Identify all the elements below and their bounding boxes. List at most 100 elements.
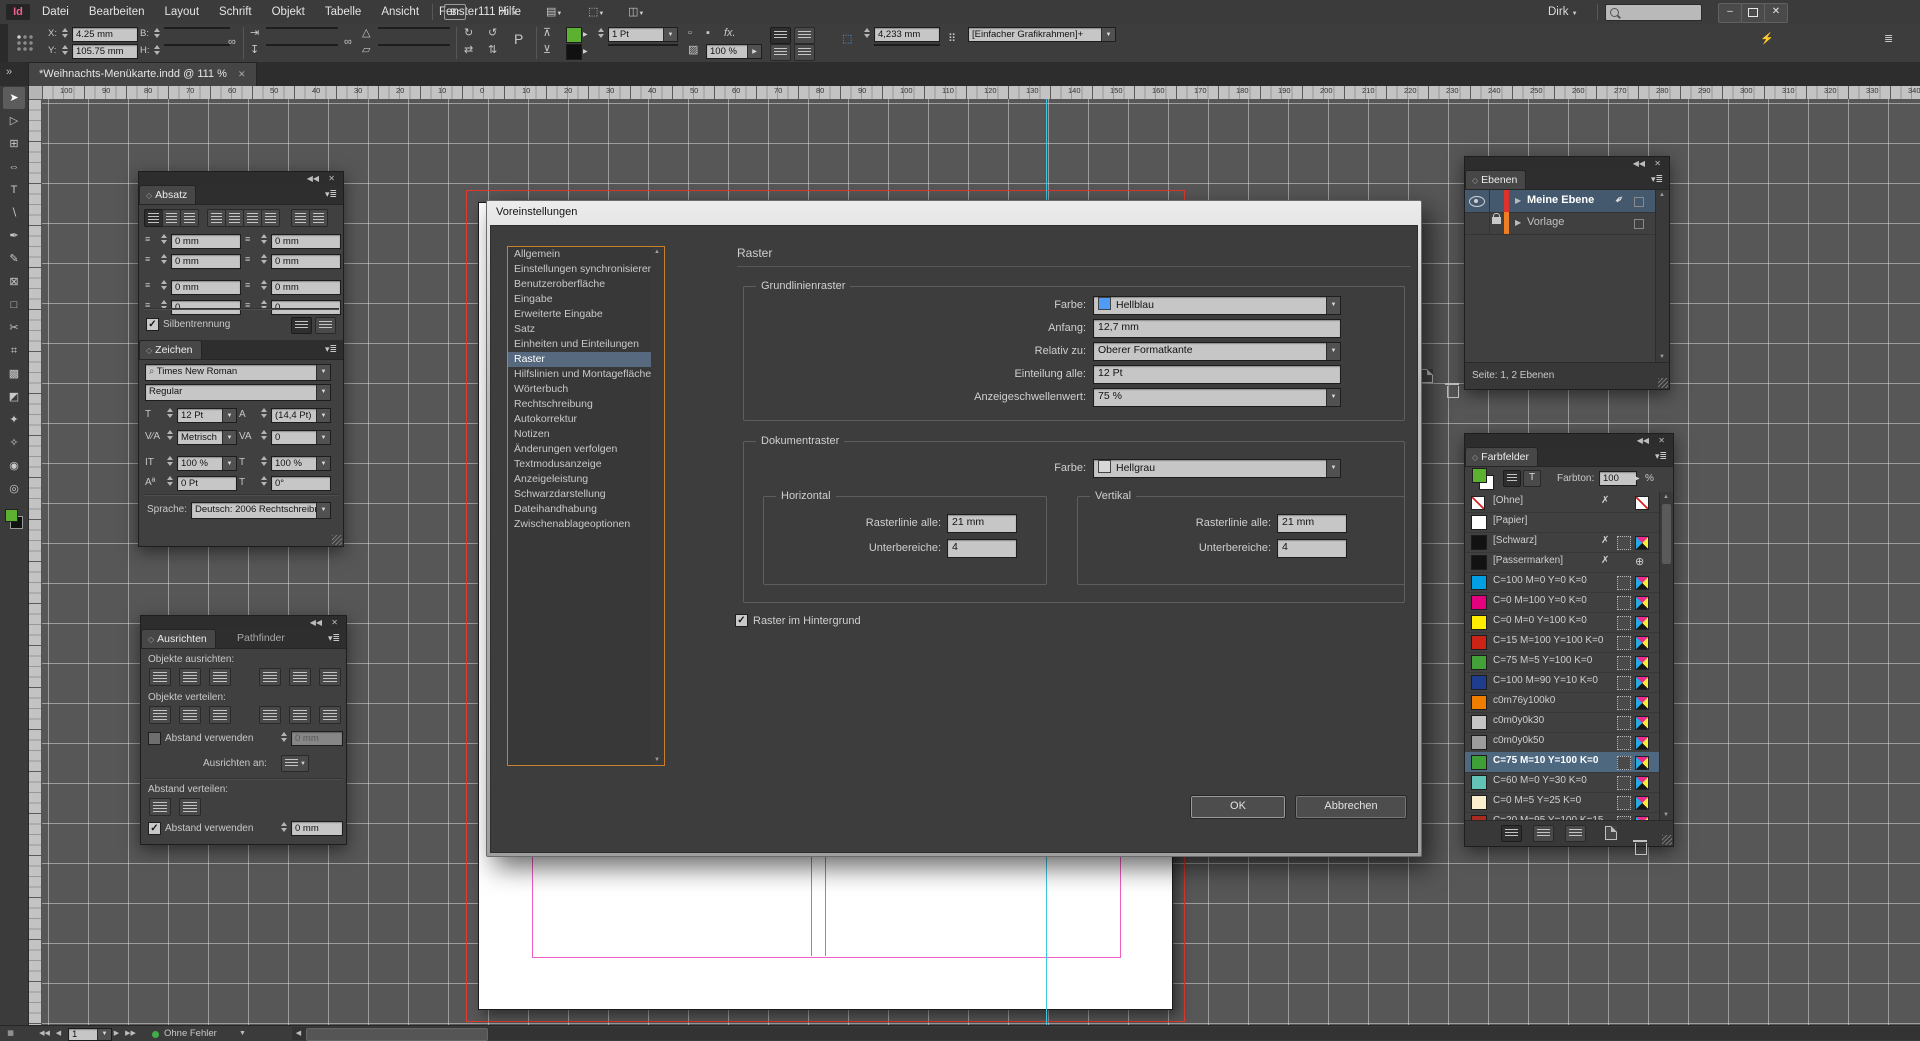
indent-left-stepper[interactable] [159,232,168,247]
align-object-button-3[interactable] [259,668,281,686]
zoom-tool[interactable]: ◎ [3,478,25,500]
space-before-input[interactable]: 0 mm [171,280,241,295]
window-close-button[interactable]: ✕ [1764,3,1788,23]
quick-apply-icon[interactable]: ⚡ [1760,32,1774,47]
span-columns-button[interactable] [315,317,336,334]
align-left-edges-button[interactable] [770,27,791,44]
swatch-row[interactable]: C=100 M=90 Y=10 K=0 [1465,672,1659,693]
scroll-left-icon[interactable]: ◀ [292,1028,305,1040]
target-box[interactable] [1634,219,1644,229]
font-style-combo[interactable]: Regular▼ [145,384,331,401]
align-object-button-5[interactable] [319,668,341,686]
dropdown-arrow[interactable]: ▼ [316,431,330,444]
distribute-object-button-1[interactable] [179,706,201,724]
eye-icon[interactable] [1469,196,1485,207]
search-input[interactable] [1605,4,1702,21]
list-view-button[interactable] [1533,825,1554,842]
space-before-stepper[interactable] [159,278,168,293]
gradient-tool[interactable]: ▩ [3,363,25,385]
direct-selection-tool[interactable]: ▷ [3,110,25,132]
dropdown-arrow[interactable]: ▼ [222,409,236,422]
height-stepper[interactable] [152,43,161,58]
unterbereiche-v-input[interactable]: 4 [1277,539,1347,558]
fill-stroke-proxy[interactable] [4,508,24,530]
expand-icon[interactable]: ▶ [1515,218,1521,227]
swatch-views-button[interactable] [1501,825,1522,842]
pencil-tool[interactable]: ✎ [3,248,25,270]
close-icon[interactable]: ✕ [1654,159,1661,168]
dock-grip[interactable] [0,24,8,62]
baseline-shift-combo[interactable]: 0 Pt [177,476,237,491]
tab-ausrichten[interactable]: ◇Ausrichten [141,629,216,648]
category-schwarzdarstellung[interactable]: Schwarzdarstellung [508,487,652,502]
window-restore-button[interactable] [1741,3,1765,23]
align-object-button-2[interactable] [209,668,231,686]
first-page-button[interactable]: ◀◀ [38,1028,51,1040]
screen-mode-dropdown[interactable]: ⬚▼ [588,5,604,20]
swatch-row[interactable]: C=0 M=0 Y=100 K=0 [1465,612,1659,633]
layer-name[interactable]: Meine Ebene [1527,194,1594,206]
tracking-combo[interactable]: 0▼ [271,430,331,445]
relativ-zu-dropdown[interactable]: Oberer Formatkante▼ [1093,342,1341,361]
category-satz[interactable]: Satz [508,322,652,337]
layer-row[interactable]: ▶Meine Ebene✒ [1465,190,1656,213]
corner-shape-dropdown[interactable]: ▼ [874,44,940,46]
object-style-dropdown[interactable]: [Einfacher Grafikrahmen]+▼ [968,27,1116,42]
kerning-combo[interactable]: Metrisch▼ [177,430,237,445]
tab-zeichen[interactable]: ◇Zeichen [139,340,202,359]
font-size-stepper[interactable] [165,406,174,421]
view-options-dropdown[interactable]: ▤▼ [546,5,562,20]
fill-swatch[interactable] [5,509,18,522]
panel-cycle-icon[interactable]: ◇ [1472,176,1478,185]
text-wrap-on-button[interactable] [794,44,815,61]
frame-tool[interactable]: ⊠ [3,271,25,293]
rasterlinie-h-input[interactable]: 21 mm [947,514,1017,533]
leading-stepper[interactable] [259,406,268,421]
shear-dropdown[interactable]: ▼ [378,44,450,46]
opacity-dropdown[interactable]: 100 %▶ [706,44,762,59]
corner-radius-stepper[interactable] [862,26,871,41]
horizontal-scrollbar[interactable]: ◀ [292,1027,1920,1040]
schwellenwert-dropdown[interactable]: 75 %▼ [1093,388,1341,407]
horizontal-ruler[interactable]: 1009080706050403020100102030405060708090… [42,86,1920,100]
arrange-documents-dropdown[interactable]: ◫▼ [628,5,644,20]
lock-cell[interactable] [1489,212,1505,234]
align-center-button[interactable] [794,27,815,44]
scale-x-dropdown[interactable]: ▼ [266,27,338,29]
tab-pathfinder[interactable]: Pathfinder [229,629,293,647]
category-einstellungen-synchronisieren[interactable]: Einstellungen synchronisieren [508,262,652,277]
menu-bearbeiten[interactable]: Bearbeiten [79,0,155,24]
category-textmodusanzeige[interactable]: Textmodusanzeige [508,457,652,472]
window-minimize-button[interactable]: – [1718,3,1742,23]
vertical-ruler[interactable] [28,99,42,1025]
constrain-scale-icon[interactable]: ∞ [344,35,352,50]
close-icon[interactable]: ✕ [1658,436,1665,445]
tab-farbfelder[interactable]: ◇Farbfelder [1465,447,1538,466]
resize-grip[interactable] [1658,378,1668,388]
hyphenate-checkbox[interactable]: ✓ [146,318,159,331]
menu-layout[interactable]: Layout [154,0,209,24]
ruler-origin-box[interactable] [28,86,43,100]
tab-close-icon[interactable]: ✕ [238,69,246,79]
flip-horizontal-icon[interactable]: ⇄ [464,43,473,58]
type-tool[interactable]: T [3,179,25,201]
control-panel-menu-icon[interactable]: ≣ [1884,32,1893,47]
bridge-button[interactable]: Br [444,4,466,20]
width-input[interactable] [164,27,230,29]
panel-cycle-icon[interactable]: ◇ [1472,453,1478,462]
frame-fitting-icon[interactable]: ⬚ [842,32,852,47]
align-button-4[interactable] [225,209,244,227]
tab-ebenen[interactable]: ◇Ebenen [1465,170,1526,189]
x-stepper[interactable] [60,26,69,41]
swatch-row[interactable]: [Ohne]✗ [1465,492,1659,513]
delete-swatch-icon[interactable] [1635,843,1647,855]
horizontal-scale-combo[interactable]: 100 %▼ [271,456,331,471]
dropdown-arrow[interactable]: ▼ [222,431,236,444]
swatch-row[interactable]: C=75 M=5 Y=100 K=0 [1465,652,1659,673]
menu-ansicht[interactable]: Ansicht [371,0,429,24]
formatting-text-button[interactable]: T [1523,470,1541,487]
page-tool[interactable]: ⊞ [3,133,25,155]
grundlinien-farbe-dropdown[interactable]: Hellblau▼ [1093,296,1341,315]
preview-icon[interactable]: ▦ [4,1028,17,1040]
fill-color-swatch[interactable] [566,27,582,43]
